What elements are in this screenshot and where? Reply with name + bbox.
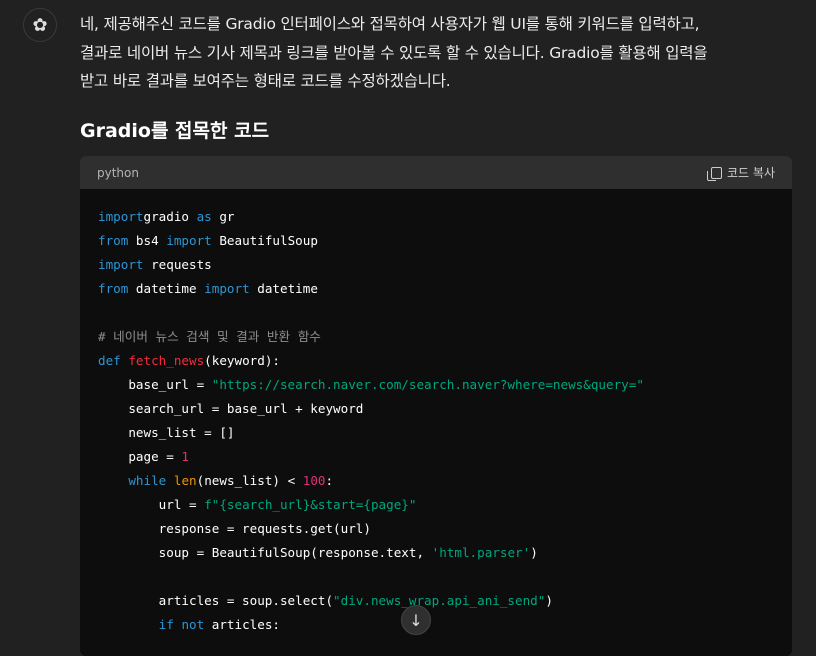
code-token: from [98,233,129,248]
code-line: from datetime import datetime [98,277,774,301]
message-line: 결과로 네이버 뉴스 기사 제목과 링크를 받아볼 수 있도록 할 수 있습니다… [80,43,708,62]
code-token: as [196,209,212,224]
assistant-avatar: ✿ [23,8,57,42]
code-token: import [98,257,144,272]
code-token: page = [98,449,182,464]
code-token: response = requests.get(url) [98,521,371,536]
code-line: from bs4 import BeautifulSoup [98,229,774,253]
code-token: gradio [143,209,197,224]
code-line: # 네이버 뉴스 검색 및 결과 반환 함수 [98,325,774,349]
code-token: import [166,233,212,248]
code-line: news_list = [] [98,421,774,445]
code-line: url = f"{search_url}&start={page}" [98,493,774,517]
code-token: : [325,473,334,488]
code-line: import requests [98,253,774,277]
code-line: def fetch_news(keyword): [98,349,774,373]
code-line: response = requests.get(url) [98,517,774,541]
code-token: datetime [249,281,318,296]
code-block-header: python 코드 복사 [80,156,792,189]
code-token: while [128,473,167,488]
copy-code-label: 코드 복사 [727,166,775,180]
code-token: not [181,617,205,632]
code-token: requests [143,257,212,272]
message-line: 받고 바로 결과를 보여주는 형태로 코드를 수정하겠습니다. [80,72,451,90]
code-line: soup = BeautifulSoup(response.text, 'htm… [98,541,774,565]
code-token: search_url = base_url + keyword [98,401,364,416]
code-token: base_url = [98,377,212,392]
section-heading: Gradio를 접목한 코드 [80,120,270,142]
code-token: 1 [181,449,189,464]
code-line: if not articles: [98,613,774,637]
code-line: importgradio as gr [98,205,774,229]
openai-logo-icon: ✿ [32,14,48,36]
code-line: search_url = base_url + keyword [98,397,774,421]
code-token: BeautifulSoup [211,233,318,248]
code-token: soup = BeautifulSoup(response.text, [98,545,432,560]
code-token: "div.news_wrap.api_ani_send" [333,593,546,608]
code-token: def [98,353,121,368]
code-token: if [158,617,174,632]
code-token: articles: [204,617,281,632]
code-token: 'html.parser' [431,545,531,560]
code-content: importgradio as gr from bs4 import Beauti… [80,189,792,653]
code-token: news_list = [] [98,425,235,440]
code-token: 100 [302,473,326,488]
code-token: datetime [128,281,205,296]
scroll-to-bottom-button[interactable]: ↓ [401,605,431,635]
code-token: "https://search.naver.com/search.naver?w… [211,377,644,392]
code-token: url = [98,497,205,512]
code-token: import [98,209,144,224]
code-token: (news_list) < [196,473,303,488]
code-line: page = 1 [98,445,774,469]
code-line: while len(news_list) < 100: [98,469,774,493]
code-token: articles = soup.select( [98,593,334,608]
copy-icon [707,166,723,181]
code-token: ) [545,593,553,608]
code-token: from [98,281,129,296]
message-line: 네, 제공해주신 코드를 Gradio 인터페이스와 접목하여 사용자가 웹 U… [80,15,700,33]
assistant-message: 네, 제공해주신 코드를 Gradio 인터페이스와 접목하여 사용자가 웹 U… [80,10,800,96]
code-language-label: python [97,165,139,180]
code-token: len [173,473,197,488]
arrow-down-icon: ↓ [409,610,423,630]
code-line: articles = soup.select("div.news_wrap.ap… [98,589,774,613]
code-token: # 네이버 뉴스 검색 및 결과 반환 함수 [98,329,321,344]
code-token: bs4 [128,233,167,248]
code-block: python 코드 복사 importgradio as gr from bs4 … [80,156,792,656]
code-token: gr [211,209,235,224]
code-token: ) [530,545,538,560]
copy-code-button[interactable]: 코드 복사 [707,164,775,181]
code-token: import [204,281,250,296]
code-token: fetch_news [128,353,205,368]
code-line: base_url = "https://search.naver.com/sea… [98,373,774,397]
code-token: (keyword): [204,353,280,368]
code-token: f"{search_url}&start={page}" [204,497,417,512]
